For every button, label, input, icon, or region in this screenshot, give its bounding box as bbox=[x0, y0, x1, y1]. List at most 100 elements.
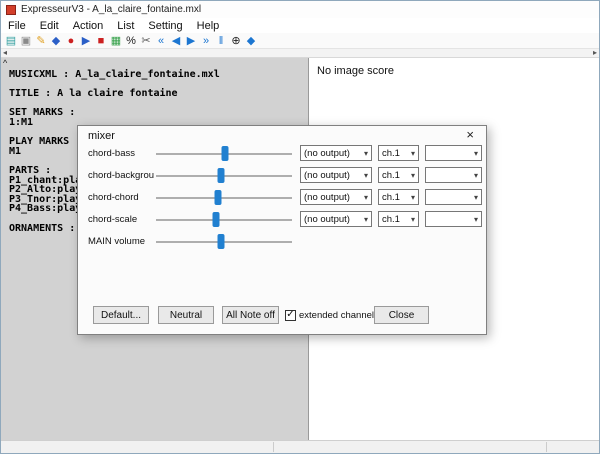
record-icon[interactable]: ● bbox=[64, 34, 78, 48]
chord-background-volume-slider[interactable] bbox=[154, 167, 294, 184]
chevron-down-icon: ▾ bbox=[364, 149, 368, 158]
menu-file[interactable]: File bbox=[1, 20, 33, 32]
menu-list[interactable]: List bbox=[110, 20, 141, 32]
chevron-down-icon: ▾ bbox=[411, 149, 415, 158]
menubar: FileEditActionListSettingHelp bbox=[1, 18, 599, 33]
chevron-down-icon: ▾ bbox=[474, 149, 478, 158]
stop-icon[interactable]: ■ bbox=[94, 34, 108, 48]
chevron-down-icon: ▾ bbox=[411, 193, 415, 202]
mixer-row-chord-chord: chord-chord (no output) ▾ ch.1 ▾ ▾ bbox=[88, 188, 480, 206]
slider-thumb[interactable] bbox=[218, 168, 225, 183]
output-select[interactable]: (no output) ▾ bbox=[300, 189, 372, 205]
mixer-dialog: mixer × chord-bass (no output) ▾ ch.1 ▾ … bbox=[77, 125, 487, 335]
slider-thumb[interactable] bbox=[222, 146, 229, 161]
close-button[interactable]: Close bbox=[374, 306, 429, 324]
slider-track bbox=[156, 197, 292, 199]
extra-select[interactable]: ▾ bbox=[425, 167, 482, 183]
chevron-down-icon: ▾ bbox=[364, 215, 368, 224]
titlebar: ExpresseurV3 - A_la_claire_fontaine.mxl bbox=[1, 1, 599, 18]
save-icon[interactable]: ◆ bbox=[49, 34, 63, 48]
status-divider bbox=[546, 442, 547, 452]
output-select-value: (no output) bbox=[304, 170, 362, 181]
percent-icon[interactable]: % bbox=[124, 34, 138, 48]
channel-select-value: ch.1 bbox=[382, 148, 409, 159]
slider-track bbox=[156, 219, 292, 221]
output-select[interactable]: (no output) ▾ bbox=[300, 211, 372, 227]
mixer-row-chord-scale: chord-scale (no output) ▾ ch.1 ▾ ▾ bbox=[88, 210, 480, 228]
new-score-icon[interactable]: ▤ bbox=[4, 34, 18, 48]
channel-select-value: ch.1 bbox=[382, 170, 409, 181]
horizontal-scrollbar[interactable]: ◂ ▸ bbox=[1, 49, 599, 58]
chord-chord-volume-slider[interactable] bbox=[154, 189, 294, 206]
no-image-score-label: No image score bbox=[317, 65, 394, 77]
chord-scale-volume-slider[interactable] bbox=[154, 211, 294, 228]
channel-select-value: ch.1 bbox=[382, 214, 409, 225]
close-icon[interactable]: × bbox=[466, 127, 474, 142]
mixer-row-label: chord-bass bbox=[88, 148, 154, 159]
output-select-value: (no output) bbox=[304, 148, 362, 159]
menu-setting[interactable]: Setting bbox=[141, 20, 189, 32]
scroll-right-icon[interactable]: ▸ bbox=[593, 49, 597, 57]
channel-select[interactable]: ch.1 ▾ bbox=[378, 167, 419, 183]
extra-select[interactable]: ▾ bbox=[425, 211, 482, 227]
mixer-row-chord-bass: chord-bass (no output) ▾ ch.1 ▾ ▾ bbox=[88, 144, 480, 162]
channel-select[interactable]: ch.1 ▾ bbox=[378, 145, 419, 161]
default-button[interactable]: Default... bbox=[93, 306, 149, 324]
menu-edit[interactable]: Edit bbox=[33, 20, 66, 32]
mixer-row-label: chord-background bbox=[88, 170, 154, 181]
chevron-down-icon: ▾ bbox=[411, 171, 415, 180]
channel-select[interactable]: ch.1 ▾ bbox=[378, 211, 419, 227]
edit-icon[interactable]: ✎ bbox=[34, 34, 48, 48]
go-prev-icon[interactable]: ◀ bbox=[169, 34, 183, 48]
app-icon bbox=[6, 5, 16, 15]
check-icon: ✓ bbox=[286, 310, 294, 320]
output-select-value: (no output) bbox=[304, 214, 362, 225]
output-select[interactable]: (no output) ▾ bbox=[300, 145, 372, 161]
go-last-icon[interactable]: » bbox=[199, 34, 213, 48]
menu-help[interactable]: Help bbox=[190, 20, 227, 32]
open-folder-icon[interactable]: ▣ bbox=[19, 34, 33, 48]
go-first-icon[interactable]: « bbox=[154, 34, 168, 48]
extended-channels-checkbox[interactable]: ✓ extended channels bbox=[285, 306, 379, 324]
output-select[interactable]: (no output) ▾ bbox=[300, 167, 372, 183]
cut-icon[interactable]: ✂ bbox=[139, 34, 153, 48]
mixer-row-chord-background: chord-background (no output) ▾ ch.1 ▾ ▾ bbox=[88, 166, 480, 184]
toolbar: ▤▣✎◆●▶■▦%✂«◀▶»‖⊕◆ bbox=[1, 33, 599, 49]
mixer-row-label: chord-scale bbox=[88, 214, 154, 225]
status-bar bbox=[1, 440, 599, 453]
play-icon[interactable]: ▶ bbox=[79, 34, 93, 48]
main-volume-slider[interactable] bbox=[154, 233, 294, 250]
chevron-down-icon: ▾ bbox=[474, 171, 478, 180]
chord-bass-volume-slider[interactable] bbox=[154, 145, 294, 162]
window-title: ExpresseurV3 - A_la_claire_fontaine.mxl bbox=[21, 4, 201, 15]
mixer-dialog-title: mixer bbox=[88, 130, 115, 142]
mixer-row-label: MAIN volume bbox=[88, 236, 154, 247]
tune-icon[interactable]: ⊕ bbox=[229, 34, 243, 48]
go-next-icon[interactable]: ▶ bbox=[184, 34, 198, 48]
chevron-down-icon: ▾ bbox=[411, 215, 415, 224]
channel-select[interactable]: ch.1 ▾ bbox=[378, 189, 419, 205]
extra-select[interactable]: ▾ bbox=[425, 189, 482, 205]
scroll-up-icon: ^ bbox=[3, 58, 7, 68]
mixer-row-main-volume: MAIN volume bbox=[88, 232, 480, 250]
chevron-down-icon: ▾ bbox=[364, 193, 368, 202]
pause-icon[interactable]: ‖ bbox=[214, 34, 228, 48]
slider-thumb[interactable] bbox=[218, 234, 225, 249]
slider-thumb[interactable] bbox=[212, 212, 219, 227]
output-select-value: (no output) bbox=[304, 192, 362, 203]
extra-select[interactable]: ▾ bbox=[425, 145, 482, 161]
checkbox-label: extended channels bbox=[299, 310, 379, 321]
checkbox-box: ✓ bbox=[285, 310, 296, 321]
neutral-button[interactable]: Neutral bbox=[158, 306, 214, 324]
menu-action[interactable]: Action bbox=[66, 20, 111, 32]
slider-thumb[interactable] bbox=[215, 190, 222, 205]
channel-select-value: ch.1 bbox=[382, 192, 409, 203]
scroll-left-icon[interactable]: ◂ bbox=[3, 49, 7, 57]
chord-grid-icon[interactable]: ▦ bbox=[109, 34, 123, 48]
metronome-icon[interactable]: ◆ bbox=[244, 34, 258, 48]
mixer-footer: Default... Neutral All Note off ✓ extend… bbox=[78, 306, 486, 324]
app-window: ExpresseurV3 - A_la_claire_fontaine.mxl … bbox=[0, 0, 600, 454]
chevron-down-icon: ▾ bbox=[474, 215, 478, 224]
all-note-off-button[interactable]: All Note off bbox=[222, 306, 279, 324]
status-divider bbox=[273, 442, 274, 452]
